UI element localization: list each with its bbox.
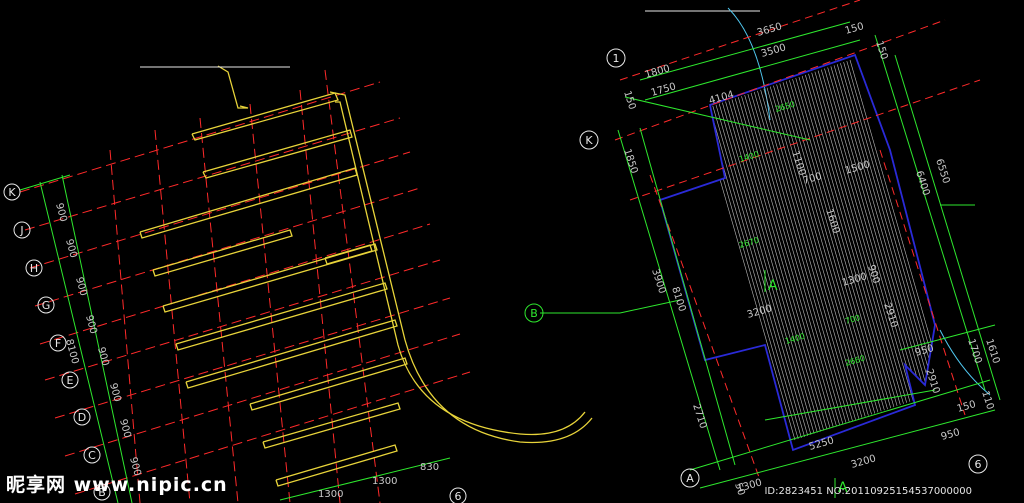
dim-5250: 5250	[808, 435, 835, 453]
dim-1800: 1800	[644, 63, 671, 81]
dim-1850: 1850	[621, 148, 639, 176]
left-axis-6: 6	[455, 490, 462, 503]
dim-2910: 2910	[881, 302, 899, 330]
dim-3500: 3500	[760, 42, 787, 60]
left-axis-E: E	[67, 374, 74, 387]
dim-3200-b: 3200	[850, 453, 877, 471]
right-floor-plan: 1 K B A 6 3650 3500 1800 1750 150 150 15…	[524, 0, 1001, 498]
right-axis-6: 6	[975, 458, 982, 471]
dim-1610: 1610	[983, 338, 1001, 366]
left-dim-3: 900	[73, 276, 89, 297]
dim-6400: 6400	[913, 170, 931, 198]
left-bottom-dim-2: 1300	[372, 476, 397, 487]
left-axis-K: K	[8, 186, 16, 199]
left-axis-C: C	[88, 449, 96, 462]
dim-3900: 3900	[649, 268, 667, 296]
watermark-logo: 昵享网 www.nipic.cn	[6, 474, 228, 496]
dim-3200: 3200	[746, 303, 773, 321]
dim-110: 110	[979, 390, 995, 412]
right-axis-1: 1	[613, 52, 620, 65]
dim-2710: 2710	[690, 403, 708, 431]
left-bottom-dim-1: 1300	[318, 489, 343, 500]
left-dim-6: 900	[107, 382, 123, 403]
section-mark-A: A	[768, 278, 778, 294]
left-dim-total: 8100	[63, 338, 80, 365]
dim-50: 50	[732, 482, 746, 498]
watermark-id: ID:2823451 NO:20110925154537000000	[764, 486, 972, 497]
left-dimension-chain	[19, 174, 133, 503]
left-axis-D: D	[78, 411, 86, 424]
dim-6550: 6550	[933, 158, 951, 186]
slab-hatching	[699, 59, 935, 441]
left-bottom-dim-3: 830	[420, 462, 439, 473]
left-dim-7: 900	[117, 418, 133, 439]
inner-2670: 2670	[738, 236, 760, 250]
dim-4104: 4104	[708, 89, 735, 107]
inner-2650: 2650	[774, 100, 796, 114]
inner-2660: 2660	[844, 354, 866, 368]
dim-150-b: 150	[873, 40, 889, 62]
left-axis-G: G	[42, 299, 51, 312]
dim-950-b: 950	[940, 427, 961, 443]
right-axis-K: K	[585, 134, 593, 147]
right-axis-A: A	[686, 472, 694, 485]
left-axis-H: H	[30, 262, 38, 275]
dim-150-d: 150	[956, 399, 977, 415]
left-dim-1: 900	[53, 202, 69, 223]
right-pipe	[727, 7, 771, 121]
dim-3650: 3650	[756, 21, 783, 39]
left-axis-J: J	[19, 224, 23, 237]
dim-1750: 1750	[650, 81, 677, 99]
dim-150-c: 150	[621, 90, 637, 112]
left-axis-F: F	[55, 337, 61, 350]
dim-150-a: 150	[844, 21, 865, 37]
left-beams	[139, 65, 593, 487]
left-dim-4: 900	[83, 314, 99, 335]
cad-drawing: K J H G F E D C B 6 900 900 900 900 8100…	[3, 0, 1001, 503]
dim-1700: 1700	[965, 338, 983, 366]
right-axis-B: B	[530, 307, 538, 320]
left-floor-plan: K J H G F E D C B 6 900 900 900 900 8100…	[3, 65, 593, 503]
